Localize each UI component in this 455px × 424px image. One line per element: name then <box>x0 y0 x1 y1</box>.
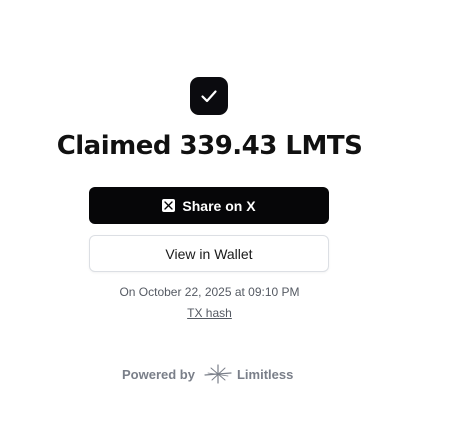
tx-hash-row: TX hash <box>0 306 419 320</box>
brand-name: Limitless <box>236 366 294 382</box>
check-icon <box>190 77 228 115</box>
limitless-brand[interactable]: Limitless <box>204 364 293 384</box>
claim-date: On October 22, 2025 at 09:10 PM <box>119 285 300 299</box>
claim-title: Claimed 339.43 LMTS <box>56 131 363 161</box>
share-on-x-label: Share on X <box>182 197 256 214</box>
tx-hash-link[interactable]: TX hash <box>187 306 232 320</box>
view-in-wallet-label: View in Wallet <box>165 245 253 262</box>
claim-success-panel: Claimed 339.43 LMTS Share on X View in W… <box>0 0 455 424</box>
x-logo-icon <box>162 199 176 212</box>
view-in-wallet-button[interactable]: View in Wallet <box>89 235 329 272</box>
powered-by-footer: Powered by Limitless <box>122 364 293 384</box>
limitless-logo-icon <box>204 364 232 384</box>
share-on-x-button[interactable]: Share on X <box>89 187 329 224</box>
powered-by-label: Powered by <box>122 366 195 382</box>
